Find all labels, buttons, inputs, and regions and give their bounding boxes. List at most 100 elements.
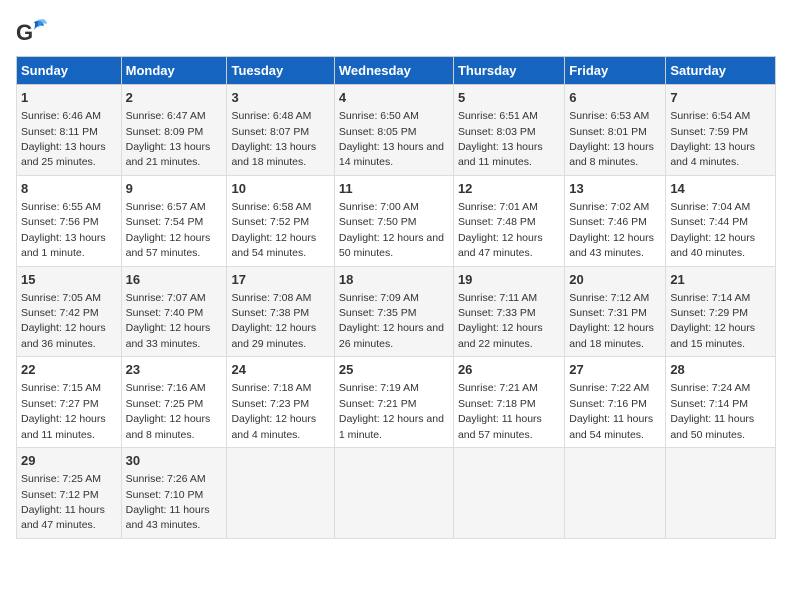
column-header-tuesday: Tuesday bbox=[227, 57, 334, 85]
day-cell: 30Sunrise: 7:26 AMSunset: 7:10 PMDayligh… bbox=[121, 448, 227, 539]
day-cell bbox=[666, 448, 776, 539]
column-header-monday: Monday bbox=[121, 57, 227, 85]
day-cell: 4Sunrise: 6:50 AMSunset: 8:05 PMDaylight… bbox=[334, 85, 453, 176]
daylight-text: Daylight: 13 hours and 4 minutes. bbox=[670, 141, 755, 168]
day-cell: 8 Sunrise: 6:55 AM Sunset: 7:56 PM Daylight… bbox=[17, 175, 122, 266]
day-cell: 25Sunrise: 7:19 AMSunset: 7:21 PMDayligh… bbox=[334, 357, 453, 448]
logo-icon: G bbox=[16, 16, 48, 48]
daylight-text: Daylight: 13 hours and 1 minute. bbox=[21, 232, 106, 259]
sunrise-text: Sunrise: 7:25 AM bbox=[21, 473, 101, 485]
sunrise-text: Sunrise: 6:57 AM bbox=[126, 201, 206, 213]
day-number: 18 bbox=[339, 271, 449, 289]
week-row-3: 15Sunrise: 7:05 AMSunset: 7:42 PMDayligh… bbox=[17, 266, 776, 357]
daylight-text: Daylight: 11 hours and 54 minutes. bbox=[569, 413, 653, 440]
sunrise-text: Sunrise: 7:19 AM bbox=[339, 382, 419, 394]
day-cell: 23Sunrise: 7:16 AMSunset: 7:25 PMDayligh… bbox=[121, 357, 227, 448]
column-header-wednesday: Wednesday bbox=[334, 57, 453, 85]
sunrise-text: Sunrise: 7:02 AM bbox=[569, 201, 649, 213]
daylight-text: Daylight: 12 hours and 40 minutes. bbox=[670, 232, 755, 259]
sunrise-text: Sunrise: 7:11 AM bbox=[458, 292, 537, 304]
sunrise-text: Sunrise: 7:12 AM bbox=[569, 292, 649, 304]
daylight-text: Daylight: 12 hours and 11 minutes. bbox=[21, 413, 106, 440]
sunrise-text: Sunrise: 7:04 AM bbox=[670, 201, 750, 213]
day-cell: 10Sunrise: 6:58 AMSunset: 7:52 PMDayligh… bbox=[227, 175, 334, 266]
daylight-text: Daylight: 12 hours and 57 minutes. bbox=[126, 232, 211, 259]
daylight-text: Daylight: 12 hours and 8 minutes. bbox=[126, 413, 211, 440]
daylight-text: Daylight: 12 hours and 4 minutes. bbox=[231, 413, 316, 440]
sunrise-text: Sunrise: 6:55 AM bbox=[21, 201, 101, 213]
sunrise-text: Sunrise: 6:54 AM bbox=[670, 110, 750, 122]
day-cell: 5Sunrise: 6:51 AMSunset: 8:03 PMDaylight… bbox=[453, 85, 564, 176]
day-number: 4 bbox=[339, 89, 449, 107]
day-number: 19 bbox=[458, 271, 560, 289]
day-number: 13 bbox=[569, 180, 661, 198]
day-cell: 24Sunrise: 7:18 AMSunset: 7:23 PMDayligh… bbox=[227, 357, 334, 448]
day-cell: 11Sunrise: 7:00 AMSunset: 7:50 PMDayligh… bbox=[334, 175, 453, 266]
column-header-friday: Friday bbox=[565, 57, 666, 85]
week-row-4: 22Sunrise: 7:15 AMSunset: 7:27 PMDayligh… bbox=[17, 357, 776, 448]
day-cell: 6Sunrise: 6:53 AMSunset: 8:01 PMDaylight… bbox=[565, 85, 666, 176]
sunrise-text: Sunrise: 7:22 AM bbox=[569, 382, 649, 394]
daylight-text: Daylight: 12 hours and 47 minutes. bbox=[458, 232, 543, 259]
sunset-text: Sunset: 8:09 PM bbox=[126, 126, 204, 138]
sunrise-text: Sunrise: 7:09 AM bbox=[339, 292, 419, 304]
sunset-text: Sunset: 7:21 PM bbox=[339, 398, 417, 410]
day-number: 29 bbox=[21, 452, 117, 470]
day-number: 15 bbox=[21, 271, 117, 289]
daylight-text: Daylight: 12 hours and 50 minutes. bbox=[339, 232, 444, 259]
daylight-text: Daylight: 13 hours and 25 minutes. bbox=[21, 141, 106, 168]
sunset-text: Sunset: 7:40 PM bbox=[126, 307, 204, 319]
day-number: 14 bbox=[670, 180, 771, 198]
day-number: 10 bbox=[231, 180, 329, 198]
sunset-text: Sunset: 7:29 PM bbox=[670, 307, 748, 319]
sunset-text: Sunset: 7:12 PM bbox=[21, 489, 99, 501]
sunrise-text: Sunrise: 6:51 AM bbox=[458, 110, 538, 122]
day-cell: 9Sunrise: 6:57 AMSunset: 7:54 PMDaylight… bbox=[121, 175, 227, 266]
day-cell: 22Sunrise: 7:15 AMSunset: 7:27 PMDayligh… bbox=[17, 357, 122, 448]
daylight-text: Daylight: 12 hours and 18 minutes. bbox=[569, 322, 654, 349]
week-row-5: 29 Sunrise: 7:25 AM Sunset: 7:12 PM Dayligh… bbox=[17, 448, 776, 539]
day-cell: 21Sunrise: 7:14 AMSunset: 7:29 PMDayligh… bbox=[666, 266, 776, 357]
sunrise-text: Sunrise: 6:47 AM bbox=[126, 110, 206, 122]
day-cell: 15Sunrise: 7:05 AMSunset: 7:42 PMDayligh… bbox=[17, 266, 122, 357]
sunrise-text: Sunrise: 7:08 AM bbox=[231, 292, 311, 304]
sunset-text: Sunset: 7:59 PM bbox=[670, 126, 748, 138]
day-number: 8 bbox=[21, 180, 117, 198]
sunset-text: Sunset: 7:38 PM bbox=[231, 307, 309, 319]
day-number: 1 bbox=[21, 89, 117, 107]
daylight-text: Daylight: 13 hours and 14 minutes. bbox=[339, 141, 444, 168]
day-cell: 12Sunrise: 7:01 AMSunset: 7:48 PMDayligh… bbox=[453, 175, 564, 266]
sunrise-text: Sunrise: 7:26 AM bbox=[126, 473, 206, 485]
daylight-text: Daylight: 11 hours and 47 minutes. bbox=[21, 504, 105, 531]
daylight-text: Daylight: 12 hours and 26 minutes. bbox=[339, 322, 444, 349]
day-cell: 1Sunrise: 6:46 AMSunset: 8:11 PMDaylight… bbox=[17, 85, 122, 176]
sunset-text: Sunset: 7:16 PM bbox=[569, 398, 647, 410]
day-cell: 26Sunrise: 7:21 AMSunset: 7:18 PMDayligh… bbox=[453, 357, 564, 448]
daylight-text: Daylight: 11 hours and 43 minutes. bbox=[126, 504, 210, 531]
sunset-text: Sunset: 8:01 PM bbox=[569, 126, 647, 138]
svg-text:G: G bbox=[16, 20, 33, 45]
daylight-text: Daylight: 11 hours and 50 minutes. bbox=[670, 413, 754, 440]
day-cell: 2Sunrise: 6:47 AMSunset: 8:09 PMDaylight… bbox=[121, 85, 227, 176]
sunrise-text: Sunrise: 6:48 AM bbox=[231, 110, 311, 122]
day-number: 7 bbox=[670, 89, 771, 107]
daylight-text: Daylight: 12 hours and 54 minutes. bbox=[231, 232, 316, 259]
day-number: 20 bbox=[569, 271, 661, 289]
day-cell: 29 Sunrise: 7:25 AM Sunset: 7:12 PM Dayligh… bbox=[17, 448, 122, 539]
column-header-thursday: Thursday bbox=[453, 57, 564, 85]
daylight-text: Daylight: 13 hours and 21 minutes. bbox=[126, 141, 211, 168]
day-cell: 18Sunrise: 7:09 AMSunset: 7:35 PMDayligh… bbox=[334, 266, 453, 357]
day-cell: 3Sunrise: 6:48 AMSunset: 8:07 PMDaylight… bbox=[227, 85, 334, 176]
day-number: 6 bbox=[569, 89, 661, 107]
sunset-text: Sunset: 7:56 PM bbox=[21, 216, 99, 228]
column-header-sunday: Sunday bbox=[17, 57, 122, 85]
daylight-text: Daylight: 12 hours and 22 minutes. bbox=[458, 322, 543, 349]
daylight-text: Daylight: 12 hours and 36 minutes. bbox=[21, 322, 106, 349]
sunset-text: Sunset: 7:31 PM bbox=[569, 307, 647, 319]
sunset-text: Sunset: 7:52 PM bbox=[231, 216, 309, 228]
header-row: SundayMondayTuesdayWednesdayThursdayFrid… bbox=[17, 57, 776, 85]
daylight-text: Daylight: 12 hours and 43 minutes. bbox=[569, 232, 654, 259]
sunrise-text: Sunrise: 6:46 AM bbox=[21, 110, 101, 122]
day-number: 9 bbox=[126, 180, 223, 198]
sunset-text: Sunset: 7:33 PM bbox=[458, 307, 536, 319]
